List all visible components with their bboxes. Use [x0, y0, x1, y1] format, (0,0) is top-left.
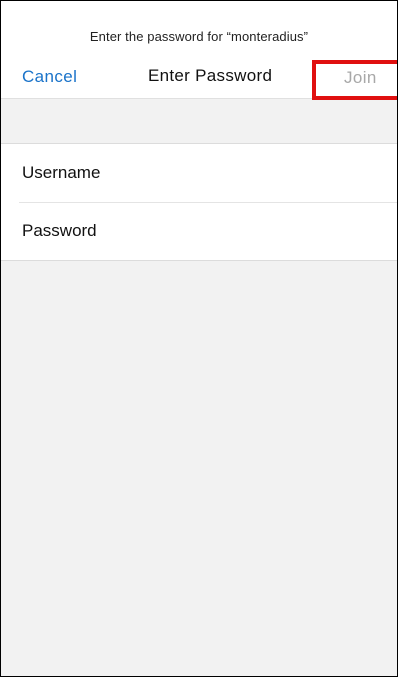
- username-row[interactable]: Username: [1, 144, 397, 202]
- password-prompt: Enter the password for “monteradius”: [89, 29, 309, 44]
- join-button[interactable]: Join: [344, 68, 377, 88]
- password-field[interactable]: [142, 210, 381, 252]
- navigation-header: Enter the password for “monteradius” Can…: [1, 1, 397, 100]
- page-title: Enter Password: [148, 66, 273, 85]
- cancel-button[interactable]: Cancel: [22, 67, 77, 87]
- username-field[interactable]: [142, 152, 381, 194]
- password-label: Password: [22, 221, 97, 240]
- password-dialog: Enter the password for “monteradius” Can…: [0, 0, 398, 677]
- credentials-form: Username Password: [1, 143, 397, 261]
- username-label: Username: [22, 163, 101, 182]
- password-row[interactable]: Password: [1, 202, 397, 260]
